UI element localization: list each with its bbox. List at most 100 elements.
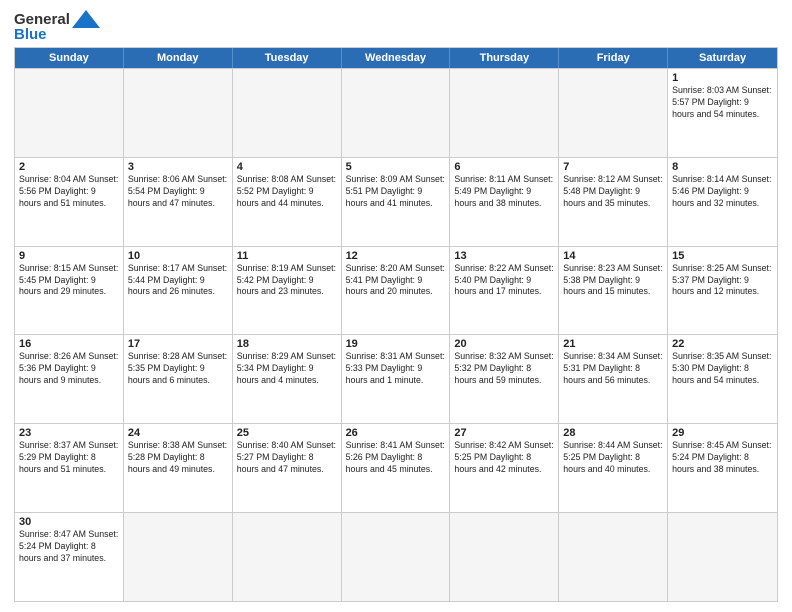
empty-day-cell [233,513,342,601]
day-cell-29: 29Sunrise: 8:45 AM Sunset: 5:24 PM Dayli… [668,424,777,512]
logo-blue-text: Blue [14,26,47,43]
week-row-4: 23Sunrise: 8:37 AM Sunset: 5:29 PM Dayli… [15,423,777,512]
day-cell-28: 28Sunrise: 8:44 AM Sunset: 5:25 PM Dayli… [559,424,668,512]
day-info: Sunrise: 8:12 AM Sunset: 5:48 PM Dayligh… [563,174,663,210]
day-info: Sunrise: 8:47 AM Sunset: 5:24 PM Dayligh… [19,529,119,565]
day-info: Sunrise: 8:32 AM Sunset: 5:32 PM Dayligh… [454,351,554,387]
empty-day-cell [15,69,124,157]
day-number: 12 [346,250,446,262]
day-cell-20: 20Sunrise: 8:32 AM Sunset: 5:32 PM Dayli… [450,335,559,423]
day-info: Sunrise: 8:25 AM Sunset: 5:37 PM Dayligh… [672,263,773,299]
day-number: 14 [563,250,663,262]
day-info: Sunrise: 8:37 AM Sunset: 5:29 PM Dayligh… [19,440,119,476]
dow-cell-sunday: Sunday [15,48,124,68]
day-number: 5 [346,161,446,173]
day-info: Sunrise: 8:34 AM Sunset: 5:31 PM Dayligh… [563,351,663,387]
day-number: 4 [237,161,337,173]
day-cell-9: 9Sunrise: 8:15 AM Sunset: 5:45 PM Daylig… [15,247,124,335]
day-cell-4: 4Sunrise: 8:08 AM Sunset: 5:52 PM Daylig… [233,158,342,246]
day-cell-22: 22Sunrise: 8:35 AM Sunset: 5:30 PM Dayli… [668,335,777,423]
day-info: Sunrise: 8:42 AM Sunset: 5:25 PM Dayligh… [454,440,554,476]
dow-cell-monday: Monday [124,48,233,68]
logo-general-text: General [14,11,70,28]
day-info: Sunrise: 8:29 AM Sunset: 5:34 PM Dayligh… [237,351,337,387]
day-cell-16: 16Sunrise: 8:26 AM Sunset: 5:36 PM Dayli… [15,335,124,423]
dow-cell-tuesday: Tuesday [233,48,342,68]
day-info: Sunrise: 8:08 AM Sunset: 5:52 PM Dayligh… [237,174,337,210]
day-info: Sunrise: 8:04 AM Sunset: 5:56 PM Dayligh… [19,174,119,210]
empty-day-cell [668,513,777,601]
day-number: 21 [563,338,663,350]
header: General Blue [14,10,778,43]
day-info: Sunrise: 8:22 AM Sunset: 5:40 PM Dayligh… [454,263,554,299]
day-info: Sunrise: 8:06 AM Sunset: 5:54 PM Dayligh… [128,174,228,210]
day-cell-25: 25Sunrise: 8:40 AM Sunset: 5:27 PM Dayli… [233,424,342,512]
day-number: 8 [672,161,773,173]
day-cell-23: 23Sunrise: 8:37 AM Sunset: 5:29 PM Dayli… [15,424,124,512]
day-number: 23 [19,427,119,439]
week-row-2: 9Sunrise: 8:15 AM Sunset: 5:45 PM Daylig… [15,246,777,335]
day-info: Sunrise: 8:26 AM Sunset: 5:36 PM Dayligh… [19,351,119,387]
day-info: Sunrise: 8:09 AM Sunset: 5:51 PM Dayligh… [346,174,446,210]
day-cell-3: 3Sunrise: 8:06 AM Sunset: 5:54 PM Daylig… [124,158,233,246]
day-cell-15: 15Sunrise: 8:25 AM Sunset: 5:37 PM Dayli… [668,247,777,335]
day-cell-2: 2Sunrise: 8:04 AM Sunset: 5:56 PM Daylig… [15,158,124,246]
day-number: 29 [672,427,773,439]
day-cell-8: 8Sunrise: 8:14 AM Sunset: 5:46 PM Daylig… [668,158,777,246]
week-row-1: 2Sunrise: 8:04 AM Sunset: 5:56 PM Daylig… [15,157,777,246]
day-cell-21: 21Sunrise: 8:34 AM Sunset: 5:31 PM Dayli… [559,335,668,423]
logo-icon [72,10,100,28]
day-number: 6 [454,161,554,173]
day-info: Sunrise: 8:11 AM Sunset: 5:49 PM Dayligh… [454,174,554,210]
day-cell-5: 5Sunrise: 8:09 AM Sunset: 5:51 PM Daylig… [342,158,451,246]
day-number: 30 [19,516,119,528]
empty-day-cell [342,69,451,157]
day-info: Sunrise: 8:23 AM Sunset: 5:38 PM Dayligh… [563,263,663,299]
day-number: 22 [672,338,773,350]
day-number: 28 [563,427,663,439]
day-info: Sunrise: 8:31 AM Sunset: 5:33 PM Dayligh… [346,351,446,387]
day-number: 16 [19,338,119,350]
empty-day-cell [233,69,342,157]
day-cell-6: 6Sunrise: 8:11 AM Sunset: 5:49 PM Daylig… [450,158,559,246]
day-number: 10 [128,250,228,262]
day-number: 7 [563,161,663,173]
day-cell-12: 12Sunrise: 8:20 AM Sunset: 5:41 PM Dayli… [342,247,451,335]
calendar-weeks: 1Sunrise: 8:03 AM Sunset: 5:57 PM Daylig… [15,68,777,601]
day-cell-19: 19Sunrise: 8:31 AM Sunset: 5:33 PM Dayli… [342,335,451,423]
day-number: 15 [672,250,773,262]
day-cell-1: 1Sunrise: 8:03 AM Sunset: 5:57 PM Daylig… [668,69,777,157]
day-number: 20 [454,338,554,350]
dow-cell-friday: Friday [559,48,668,68]
day-number: 3 [128,161,228,173]
day-info: Sunrise: 8:35 AM Sunset: 5:30 PM Dayligh… [672,351,773,387]
day-cell-30: 30Sunrise: 8:47 AM Sunset: 5:24 PM Dayli… [15,513,124,601]
day-number: 9 [19,250,119,262]
days-of-week-header: SundayMondayTuesdayWednesdayThursdayFrid… [15,48,777,68]
day-info: Sunrise: 8:03 AM Sunset: 5:57 PM Dayligh… [672,85,773,121]
day-cell-13: 13Sunrise: 8:22 AM Sunset: 5:40 PM Dayli… [450,247,559,335]
empty-day-cell [559,69,668,157]
day-info: Sunrise: 8:14 AM Sunset: 5:46 PM Dayligh… [672,174,773,210]
day-number: 27 [454,427,554,439]
empty-day-cell [342,513,451,601]
day-cell-24: 24Sunrise: 8:38 AM Sunset: 5:28 PM Dayli… [124,424,233,512]
week-row-0: 1Sunrise: 8:03 AM Sunset: 5:57 PM Daylig… [15,68,777,157]
week-row-3: 16Sunrise: 8:26 AM Sunset: 5:36 PM Dayli… [15,334,777,423]
day-cell-18: 18Sunrise: 8:29 AM Sunset: 5:34 PM Dayli… [233,335,342,423]
day-number: 17 [128,338,228,350]
day-number: 11 [237,250,337,262]
day-cell-14: 14Sunrise: 8:23 AM Sunset: 5:38 PM Dayli… [559,247,668,335]
day-info: Sunrise: 8:44 AM Sunset: 5:25 PM Dayligh… [563,440,663,476]
day-number: 26 [346,427,446,439]
logo: General Blue [14,10,100,43]
day-number: 18 [237,338,337,350]
day-number: 13 [454,250,554,262]
day-cell-7: 7Sunrise: 8:12 AM Sunset: 5:48 PM Daylig… [559,158,668,246]
day-cell-26: 26Sunrise: 8:41 AM Sunset: 5:26 PM Dayli… [342,424,451,512]
dow-cell-saturday: Saturday [668,48,777,68]
day-number: 1 [672,72,773,84]
dow-cell-thursday: Thursday [450,48,559,68]
day-number: 2 [19,161,119,173]
day-number: 25 [237,427,337,439]
